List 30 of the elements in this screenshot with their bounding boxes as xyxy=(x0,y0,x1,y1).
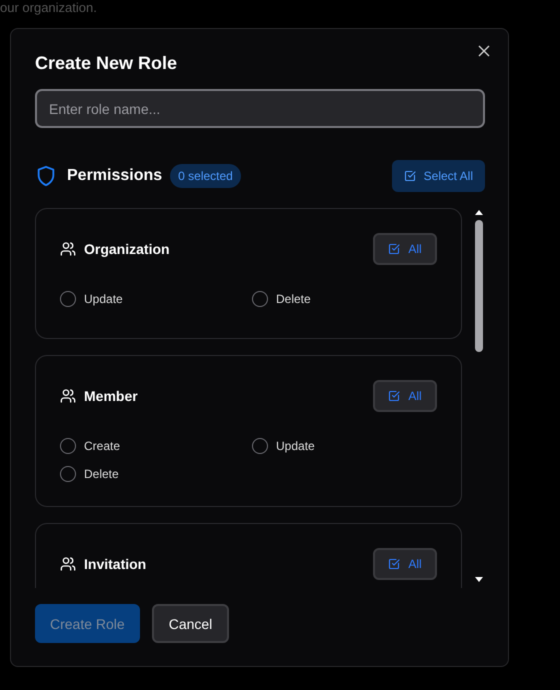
users-icon xyxy=(60,388,76,404)
users-icon xyxy=(60,556,76,572)
permission-checkbox[interactable]: Update xyxy=(252,438,444,454)
scroll-up-icon[interactable] xyxy=(474,208,484,216)
select-group-button[interactable]: All xyxy=(373,548,437,580)
permission-checkbox[interactable]: Update xyxy=(60,291,252,307)
cancel-button[interactable]: Cancel xyxy=(152,604,230,643)
group-name: Organization xyxy=(84,241,170,257)
select-group-button[interactable]: All xyxy=(373,233,437,265)
permission-checkbox[interactable]: Delete xyxy=(252,291,444,307)
role-name-field[interactable]: Enter role name... xyxy=(35,89,485,128)
checkbox-icon xyxy=(404,170,416,182)
dialog-title: Create New Role xyxy=(35,53,178,73)
checkbox-icon xyxy=(388,558,400,570)
scroll-down-icon[interactable] xyxy=(474,576,484,584)
permission-checkbox[interactable]: Delete xyxy=(60,466,252,482)
selected-count: 0 selected xyxy=(170,164,241,188)
background-text: our organization. xyxy=(0,0,98,17)
select-group-button[interactable]: All xyxy=(373,380,437,412)
group-name: Member xyxy=(84,388,138,404)
close-icon xyxy=(478,45,490,57)
group-name: Invitation xyxy=(84,556,146,572)
shield-icon xyxy=(35,164,57,188)
close-button[interactable] xyxy=(476,43,492,59)
select-all-button[interactable]: Select All xyxy=(392,160,485,192)
permission-checkbox[interactable]: Create xyxy=(60,438,252,454)
users-icon xyxy=(60,241,76,257)
checkbox-icon xyxy=(388,243,400,255)
checkbox-icon xyxy=(388,390,400,402)
permissions-title: Permissions xyxy=(67,167,162,185)
